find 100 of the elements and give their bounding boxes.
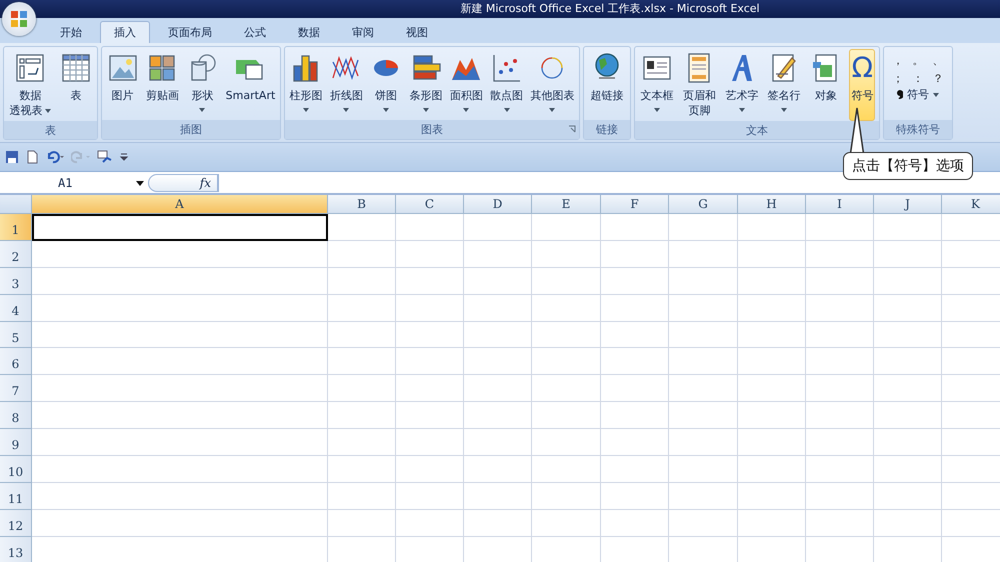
row-header[interactable]: 12 — [0, 510, 32, 537]
row-header[interactable]: 8 — [0, 402, 32, 430]
table-cell[interactable] — [464, 348, 532, 376]
table-cell[interactable] — [32, 268, 328, 295]
symbol-menu-button[interactable]: 符号 — [895, 87, 941, 102]
ribbon-button[interactable]: Ω 符号 — [849, 49, 876, 121]
table-cell[interactable] — [601, 456, 669, 483]
caret-icon[interactable] — [136, 180, 144, 186]
ribbon-button[interactable]: 页眉和 页脚 — [680, 49, 718, 121]
column-header[interactable]: K — [942, 195, 1000, 214]
table-cell[interactable] — [669, 268, 738, 295]
table-cell[interactable] — [669, 482, 738, 510]
name-box[interactable]: A1 — [0, 174, 148, 192]
ribbon-button[interactable]: 对象 — [808, 49, 844, 121]
redo-icon[interactable] — [71, 150, 91, 164]
row-header[interactable]: 10 — [0, 456, 32, 483]
symbol-button[interactable]: 、 — [928, 51, 948, 69]
table-cell[interactable] — [32, 402, 328, 430]
table-cell[interactable] — [328, 510, 396, 537]
ribbon-button[interactable]: 表 — [58, 49, 94, 121]
symbol-button[interactable]: ， — [888, 51, 908, 69]
table-cell[interactable] — [532, 240, 601, 268]
symbol-button[interactable]: ； — [888, 69, 908, 87]
table-cell[interactable] — [669, 402, 738, 430]
table-cell[interactable] — [328, 240, 396, 268]
table-cell[interactable] — [464, 510, 532, 537]
table-cell[interactable] — [464, 214, 532, 241]
ribbon-button[interactable]: SmartArt — [224, 49, 278, 120]
table-cell[interactable] — [601, 240, 669, 268]
table-cell[interactable] — [738, 268, 806, 295]
table-cell[interactable] — [601, 322, 669, 348]
table-cell[interactable] — [806, 429, 874, 456]
table-cell[interactable] — [806, 268, 874, 295]
table-cell[interactable] — [738, 322, 806, 348]
ribbon-tab[interactable]: 公式 — [230, 21, 280, 43]
table-cell[interactable] — [328, 482, 396, 510]
table-cell[interactable] — [874, 482, 942, 510]
select-all-corner[interactable] — [0, 195, 32, 214]
table-cell[interactable] — [738, 348, 806, 376]
table-cell[interactable] — [464, 456, 532, 483]
new-document-icon[interactable] — [25, 150, 39, 164]
table-cell[interactable] — [874, 456, 942, 483]
table-cell[interactable] — [806, 214, 874, 241]
table-cell[interactable] — [874, 402, 942, 430]
table-cell[interactable] — [328, 214, 396, 241]
table-cell[interactable] — [32, 348, 328, 376]
table-cell[interactable] — [806, 348, 874, 376]
table-cell[interactable] — [601, 482, 669, 510]
table-cell[interactable] — [464, 240, 532, 268]
column-header[interactable]: G — [669, 195, 738, 214]
table-cell[interactable] — [396, 375, 464, 402]
table-cell[interactable] — [806, 240, 874, 268]
table-cell[interactable] — [532, 322, 601, 348]
table-cell[interactable] — [669, 348, 738, 376]
table-cell[interactable] — [396, 322, 464, 348]
ribbon-button[interactable]: 图片 — [104, 49, 141, 120]
table-cell[interactable] — [464, 482, 532, 510]
table-cell[interactable] — [806, 510, 874, 537]
table-cell[interactable] — [806, 456, 874, 483]
ribbon-tab[interactable]: 审阅 — [338, 21, 388, 43]
table-cell[interactable] — [874, 240, 942, 268]
table-cell[interactable] — [806, 402, 874, 430]
table-cell[interactable] — [669, 322, 738, 348]
table-cell[interactable] — [601, 402, 669, 430]
ribbon-button[interactable]: 散点图 — [488, 49, 526, 120]
symbol-button[interactable]: ： — [908, 69, 928, 87]
spell-check-icon[interactable] — [97, 150, 113, 164]
table-cell[interactable] — [32, 510, 328, 537]
table-cell[interactable] — [532, 214, 601, 241]
table-cell[interactable] — [669, 429, 738, 456]
column-header[interactable]: C — [396, 195, 464, 214]
table-cell[interactable] — [328, 294, 396, 322]
table-cell[interactable] — [738, 456, 806, 483]
table-cell[interactable] — [874, 294, 942, 322]
table-cell[interactable] — [32, 322, 328, 348]
save-icon[interactable] — [5, 150, 19, 164]
table-cell[interactable] — [601, 268, 669, 295]
table-cell[interactable] — [532, 456, 601, 483]
symbol-button[interactable]: ？ — [928, 69, 948, 87]
column-header[interactable]: J — [874, 195, 942, 214]
table-cell[interactable] — [601, 429, 669, 456]
table-cell[interactable] — [396, 482, 464, 510]
symbol-button[interactable]: 。 — [908, 51, 928, 69]
table-cell[interactable] — [601, 375, 669, 402]
ribbon-button[interactable]: 面积图 — [448, 49, 485, 120]
dialog-launcher-icon[interactable] — [568, 125, 576, 133]
row-header[interactable]: 7 — [0, 375, 32, 402]
table-cell[interactable] — [601, 214, 669, 241]
table-cell[interactable] — [396, 510, 464, 537]
table-cell[interactable] — [464, 294, 532, 322]
table-cell[interactable] — [328, 429, 396, 456]
table-cell[interactable] — [396, 348, 464, 376]
column-header[interactable]: F — [601, 195, 669, 214]
ribbon-tab[interactable]: 数据 — [284, 21, 334, 43]
table-cell[interactable] — [328, 402, 396, 430]
table-cell[interactable] — [669, 375, 738, 402]
table-cell[interactable] — [806, 375, 874, 402]
column-header[interactable]: H — [738, 195, 806, 214]
table-cell[interactable] — [874, 510, 942, 537]
table-cell[interactable] — [874, 375, 942, 402]
